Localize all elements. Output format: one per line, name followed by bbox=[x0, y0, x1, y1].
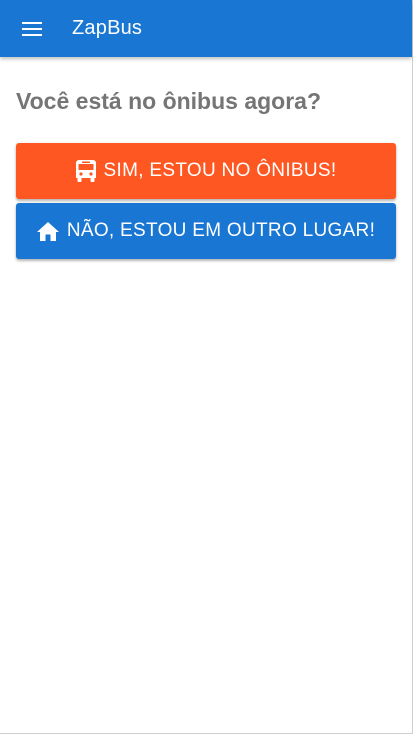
no-elsewhere-button[interactable]: NÃO, ESTOU EM OUTRO LUGAR! bbox=[16, 203, 396, 259]
no-button-label: NÃO, ESTOU EM OUTRO LUGAR! bbox=[66, 220, 376, 241]
app-bar: ZapBus bbox=[0, 0, 412, 57]
app-frame: ZapBus Você está no ônibus agora? SIM, E… bbox=[0, 0, 413, 734]
yes-button-label: SIM, ESTOU NO ÔNIBUS! bbox=[103, 160, 337, 181]
bus-icon bbox=[75, 160, 96, 182]
yes-on-bus-button[interactable]: SIM, ESTOU NO ÔNIBUS! bbox=[16, 143, 396, 199]
menu-icon bbox=[22, 21, 42, 36]
main-content: Você está no ônibus agora? SIM, ESTOU NO… bbox=[16, 86, 396, 259]
app-title: ZapBus bbox=[72, 17, 143, 39]
menu-button[interactable] bbox=[0, 0, 64, 57]
home-icon bbox=[36, 221, 59, 241]
question-heading: Você está no ônibus agora? bbox=[16, 88, 322, 114]
